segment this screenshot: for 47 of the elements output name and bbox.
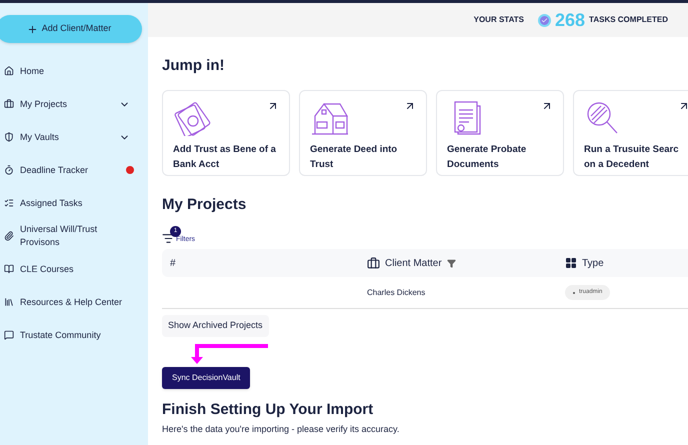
table-cell-text: Charles Dickens: [367, 286, 426, 298]
card-label: Add Trust as Bene of a Bank Acct: [173, 142, 277, 172]
projects-heading: My Projects: [162, 194, 248, 214]
paperclip-icon: [4, 231, 14, 241]
filter-icon: [446, 258, 456, 268]
cash-icon: [173, 100, 213, 136]
sidebar-item[interactable]: Resources & Help Center: [0, 288, 148, 316]
grid-icon: [565, 257, 577, 269]
sidebar-item[interactable]: Trustate Community: [0, 321, 148, 349]
import-subtitle: Here's the data you're importing - please verify its accuracy.: [162, 423, 400, 436]
column-header: Client Matter: [385, 256, 442, 270]
card-label: Generate Probate Documents: [447, 142, 528, 172]
shield-icon: [4, 132, 14, 142]
books-icon: [4, 297, 14, 307]
stats-label: YOUR STATS: [474, 14, 524, 26]
show-archived-button[interactable]: Show Archived Projects: [162, 315, 269, 336]
check-badge-icon: [538, 14, 551, 26]
quick-action-card[interactable]: Run a Trusuite Searc on a Decedent: [573, 90, 688, 176]
quick-action-card[interactable]: Generate Deed into Trust: [299, 90, 427, 176]
book-icon: [4, 264, 14, 274]
stopwatch-icon: [4, 165, 14, 175]
briefcase-icon: [367, 256, 380, 270]
quick-action-card[interactable]: Generate Probate Documents: [436, 90, 564, 176]
import-heading: Finish Setting Up Your Import: [162, 400, 374, 420]
column-header: Type: [582, 256, 604, 270]
quick-action-card[interactable]: Add Trust as Bene of a Bank Acct: [162, 90, 290, 176]
card-label: Run a Trusuite Searc on a Decedent: [584, 142, 680, 172]
sidebar-item[interactable]: Deadline Tracker: [0, 156, 148, 184]
tasks-count: 268: [554, 8, 586, 32]
sidebar-item[interactable]: My Projects: [0, 90, 148, 118]
sidebar-item[interactable]: My Vaults: [0, 123, 148, 151]
column-header: #: [170, 256, 176, 270]
filter-icon: [162, 232, 175, 245]
home-icon: [4, 66, 14, 76]
jump-in-heading: Jump in!: [162, 56, 226, 76]
plus-icon: [26, 24, 38, 34]
sidebar-item[interactable]: Home: [0, 57, 148, 85]
sync-decisionvault-button[interactable]: Sync DecisionVault: [162, 366, 250, 388]
tasks-caption: TASKS COMPLETED: [589, 14, 668, 26]
checklist-icon: [4, 198, 14, 208]
sidebar-item[interactable]: Universal Will/Trust Provisons: [0, 222, 148, 250]
add-client-button[interactable]: Add Client/Matter: [0, 15, 142, 43]
briefcase-icon: [4, 99, 14, 109]
chat-icon: [4, 330, 14, 340]
sidebar-item[interactable]: Assigned Tasks: [0, 189, 148, 217]
card-label: Generate Deed into Trust: [310, 142, 398, 172]
sidebar-item[interactable]: CLE Courses: [0, 255, 148, 283]
